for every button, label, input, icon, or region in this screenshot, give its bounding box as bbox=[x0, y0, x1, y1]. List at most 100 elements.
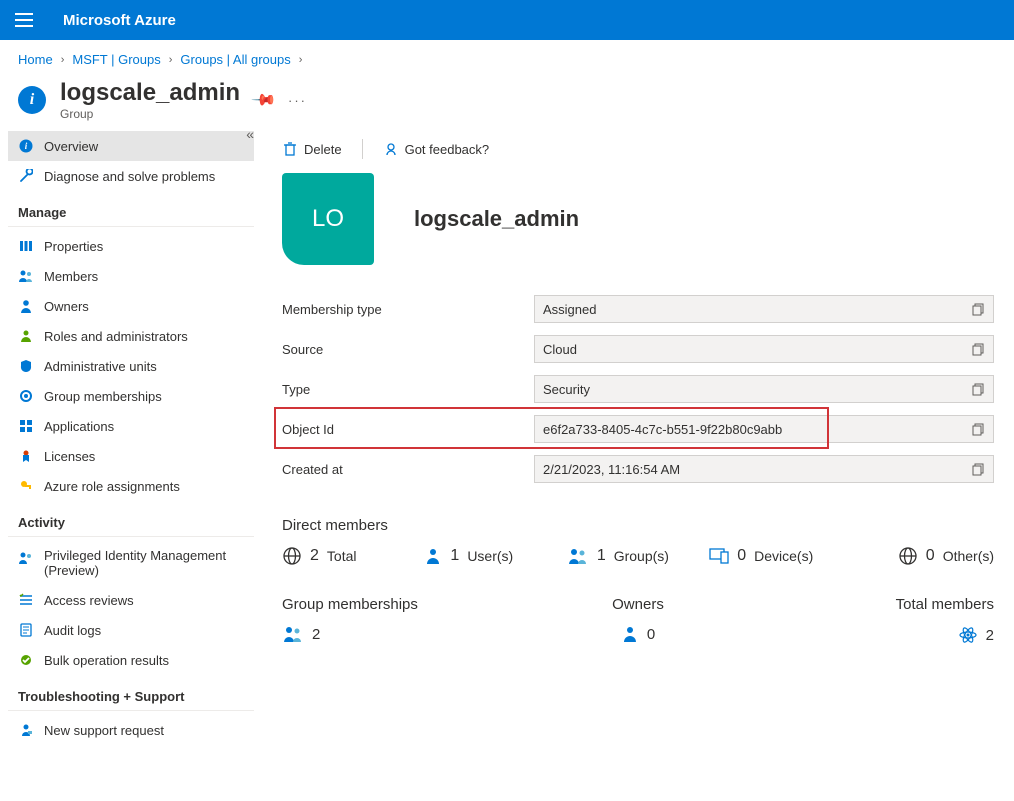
prop-label: Object Id bbox=[282, 422, 534, 437]
page-title: logscale_admin bbox=[60, 79, 240, 107]
sidebar-item-roles[interactable]: Roles and administrators bbox=[8, 321, 254, 351]
stat-groups[interactable]: 1 Group(s) bbox=[567, 546, 709, 566]
sidebar-section-activity: Activity bbox=[8, 501, 254, 537]
page-header: i logscale_admin Group 📌 ··· bbox=[0, 79, 1014, 131]
menu-icon[interactable] bbox=[15, 13, 33, 27]
sidebar-item-admin-units[interactable]: Administrative units bbox=[8, 351, 254, 381]
lower-total-members[interactable]: Total members 2 bbox=[757, 596, 994, 645]
prop-value-source[interactable]: Cloud bbox=[534, 335, 994, 363]
sidebar: « i Overview Diagnose and solve problems… bbox=[0, 131, 262, 765]
breadcrumb-all-groups[interactable]: Groups | All groups bbox=[180, 52, 290, 67]
info-circle-icon: i bbox=[18, 138, 34, 154]
sidebar-item-label: Administrative units bbox=[44, 359, 157, 374]
sidebar-item-bulk-results[interactable]: Bulk operation results bbox=[8, 645, 254, 675]
prop-value-object-id[interactable]: e6f2a733-8405-4c7c-b551-9f22b80c9abb bbox=[534, 415, 994, 443]
globe-icon bbox=[282, 546, 302, 566]
sidebar-item-audit-logs[interactable]: Audit logs bbox=[8, 615, 254, 645]
people-icon bbox=[567, 547, 589, 565]
sidebar-item-label: Members bbox=[44, 269, 98, 284]
lower-group-memberships[interactable]: Group memberships 2 bbox=[282, 596, 519, 645]
group-name: logscale_admin bbox=[414, 206, 579, 232]
sidebar-item-licenses[interactable]: Licenses bbox=[8, 441, 254, 471]
sidebar-item-support[interactable]: New support request bbox=[8, 715, 254, 745]
sidebar-item-owners[interactable]: Owners bbox=[8, 291, 254, 321]
sidebar-item-applications[interactable]: Applications bbox=[8, 411, 254, 441]
copy-icon[interactable] bbox=[972, 423, 985, 436]
properties-icon bbox=[18, 238, 34, 254]
copy-icon[interactable] bbox=[972, 383, 985, 396]
sidebar-item-overview[interactable]: i Overview bbox=[8, 131, 254, 161]
info-icon: i bbox=[18, 86, 46, 114]
copy-icon[interactable] bbox=[972, 463, 985, 476]
pin-icon[interactable]: 📌 bbox=[250, 86, 278, 114]
sidebar-item-pim[interactable]: Privileged Identity Management (Preview) bbox=[8, 541, 254, 585]
page-subtitle: Group bbox=[60, 107, 240, 121]
checklist-icon bbox=[18, 592, 34, 608]
sidebar-item-diagnose[interactable]: Diagnose and solve problems bbox=[8, 161, 254, 191]
sidebar-item-label: Group memberships bbox=[44, 389, 162, 404]
sidebar-item-label: Audit logs bbox=[44, 623, 101, 638]
person-icon bbox=[621, 625, 639, 643]
direct-members-stats: 2 Total 1 User(s) 1 Group(s) 0 Device(s)… bbox=[282, 546, 994, 566]
person-icon bbox=[18, 298, 34, 314]
lower-owners[interactable]: Owners 0 bbox=[519, 596, 756, 645]
properties-table: Membership type Assigned Source Cloud Ty… bbox=[282, 295, 994, 483]
sidebar-item-properties[interactable]: Properties bbox=[8, 231, 254, 261]
sidebar-item-label: Access reviews bbox=[44, 593, 134, 608]
prop-row-object-id: Object Id e6f2a733-8405-4c7c-b551-9f22b8… bbox=[282, 415, 994, 443]
copy-icon[interactable] bbox=[972, 303, 985, 316]
chevron-right-icon: › bbox=[299, 54, 303, 66]
license-icon bbox=[18, 448, 34, 464]
people-icon bbox=[282, 625, 304, 643]
prop-label: Source bbox=[282, 342, 534, 357]
shield-icon bbox=[18, 358, 34, 374]
lower-title: Total members bbox=[757, 596, 994, 613]
sidebar-item-members[interactable]: Members bbox=[8, 261, 254, 291]
toolbar-separator bbox=[362, 139, 363, 159]
feedback-label: Got feedback? bbox=[405, 142, 490, 157]
breadcrumb-msft-groups[interactable]: MSFT | Groups bbox=[72, 52, 160, 67]
prop-value-membership-type[interactable]: Assigned bbox=[534, 295, 994, 323]
admin-icon bbox=[18, 328, 34, 344]
chevron-right-icon: › bbox=[169, 54, 173, 66]
collapse-icon[interactable]: « bbox=[246, 126, 254, 142]
prop-row-created: Created at 2/21/2023, 11:16:54 AM bbox=[282, 455, 994, 483]
prop-value-created[interactable]: 2/21/2023, 11:16:54 AM bbox=[534, 455, 994, 483]
stat-users[interactable]: 1 User(s) bbox=[424, 546, 566, 566]
sidebar-item-label: Roles and administrators bbox=[44, 329, 188, 344]
sidebar-item-label: Diagnose and solve problems bbox=[44, 169, 215, 184]
delete-button[interactable]: Delete bbox=[282, 141, 342, 157]
trash-icon bbox=[282, 141, 298, 157]
feedback-button[interactable]: Got feedback? bbox=[383, 141, 490, 157]
sidebar-section-manage: Manage bbox=[8, 191, 254, 227]
stat-total[interactable]: 2 Total bbox=[282, 546, 424, 566]
prop-label: Type bbox=[282, 382, 534, 397]
toolbar: Delete Got feedback? bbox=[282, 131, 994, 173]
results-icon bbox=[18, 652, 34, 668]
prop-label: Membership type bbox=[282, 302, 534, 317]
stat-others[interactable]: 0 Other(s) bbox=[852, 546, 994, 566]
avatar-initials: LO bbox=[312, 205, 344, 233]
direct-members-title: Direct members bbox=[282, 517, 994, 534]
sidebar-item-label: Azure role assignments bbox=[44, 479, 180, 494]
sidebar-item-label: Overview bbox=[44, 139, 98, 154]
lower-title: Owners bbox=[519, 596, 756, 613]
prop-value-type[interactable]: Security bbox=[534, 375, 994, 403]
sidebar-item-label: Properties bbox=[44, 239, 103, 254]
main-content: Delete Got feedback? LO logscale_admin M… bbox=[262, 131, 1014, 765]
more-icon[interactable]: ··· bbox=[288, 93, 307, 108]
person-icon bbox=[424, 547, 442, 565]
device-icon bbox=[709, 548, 729, 564]
copy-icon[interactable] bbox=[972, 343, 985, 356]
sidebar-item-azure-role[interactable]: Azure role assignments bbox=[8, 471, 254, 501]
people-icon bbox=[18, 268, 34, 284]
prop-row-source: Source Cloud bbox=[282, 335, 994, 363]
sidebar-item-group-memberships[interactable]: Group memberships bbox=[8, 381, 254, 411]
sidebar-item-access-reviews[interactable]: Access reviews bbox=[8, 585, 254, 615]
delete-label: Delete bbox=[304, 142, 342, 157]
sidebar-item-label: Licenses bbox=[44, 449, 95, 464]
breadcrumb-home[interactable]: Home bbox=[18, 52, 53, 67]
chevron-right-icon: › bbox=[61, 54, 65, 66]
group-avatar: LO bbox=[282, 173, 374, 265]
stat-devices[interactable]: 0 Device(s) bbox=[709, 546, 851, 566]
